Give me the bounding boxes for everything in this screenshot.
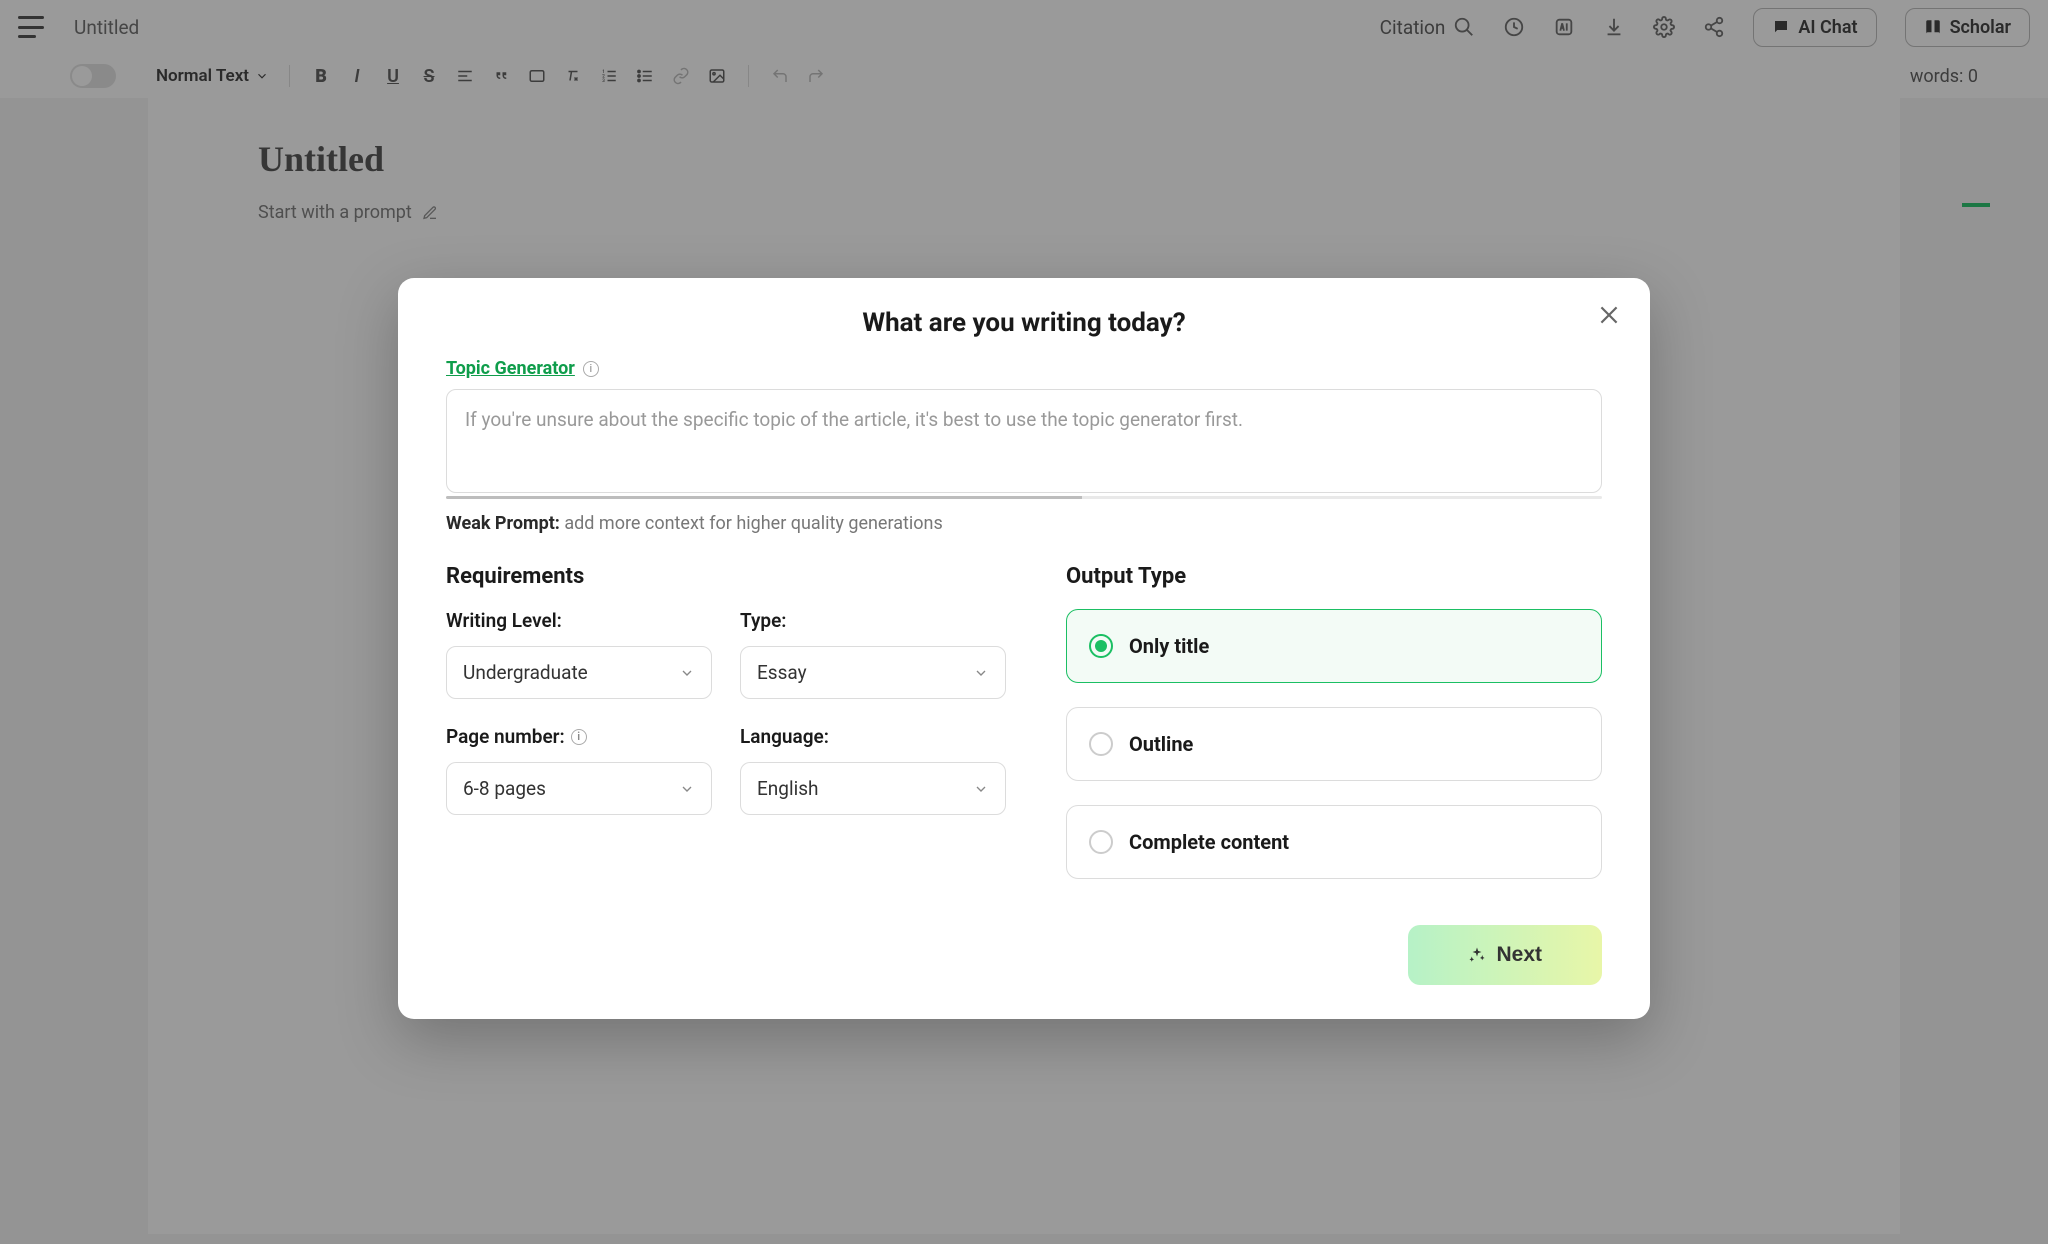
topic-generator-link[interactable]: Topic Generator	[446, 358, 575, 379]
output-type-title: Output Type	[1066, 564, 1602, 589]
writing-level-label: Writing Level:	[446, 609, 712, 632]
chevron-down-icon	[973, 781, 989, 797]
page-number-select[interactable]: 6-8 pages	[446, 762, 712, 815]
info-icon[interactable]: i	[583, 361, 599, 377]
writing-level-select[interactable]: Undergraduate	[446, 646, 712, 699]
prompt-strength-hint: Weak Prompt: add more context for higher…	[446, 513, 1602, 534]
type-label: Type:	[740, 609, 1006, 632]
language-select[interactable]: English	[740, 762, 1006, 815]
language-label: Language:	[740, 725, 1006, 748]
chevron-down-icon	[679, 781, 695, 797]
chevron-down-icon	[679, 665, 695, 681]
weak-prompt-label: Weak Prompt:	[446, 513, 560, 534]
writing-dialog: What are you writing today? Topic Genera…	[398, 278, 1650, 1019]
radio-icon	[1089, 634, 1113, 658]
type-value: Essay	[757, 661, 807, 684]
output-complete-content-label: Complete content	[1129, 830, 1289, 854]
topic-input[interactable]	[446, 389, 1602, 493]
writing-level-value: Undergraduate	[463, 661, 588, 684]
modal-overlay[interactable]: What are you writing today? Topic Genera…	[0, 0, 2048, 1244]
prompt-strength-meter	[446, 496, 1602, 499]
output-complete-content[interactable]: Complete content	[1066, 805, 1602, 879]
weak-prompt-text: add more context for higher quality gene…	[564, 513, 942, 534]
info-icon[interactable]: i	[571, 729, 587, 745]
output-outline[interactable]: Outline	[1066, 707, 1602, 781]
output-only-title-label: Only title	[1129, 634, 1209, 658]
language-value: English	[757, 777, 818, 800]
sparkle-icon	[1468, 946, 1486, 964]
output-only-title[interactable]: Only title	[1066, 609, 1602, 683]
page-number-value: 6-8 pages	[463, 777, 546, 800]
dialog-title: What are you writing today?	[446, 308, 1602, 338]
chevron-down-icon	[973, 665, 989, 681]
next-button[interactable]: Next	[1408, 925, 1602, 985]
output-outline-label: Outline	[1129, 732, 1193, 756]
radio-icon	[1089, 732, 1113, 756]
close-button[interactable]	[1596, 302, 1622, 328]
page-number-label: Page number: i	[446, 725, 712, 748]
type-select[interactable]: Essay	[740, 646, 1006, 699]
radio-icon	[1089, 830, 1113, 854]
requirements-title: Requirements	[446, 564, 1006, 589]
next-label: Next	[1496, 943, 1542, 967]
